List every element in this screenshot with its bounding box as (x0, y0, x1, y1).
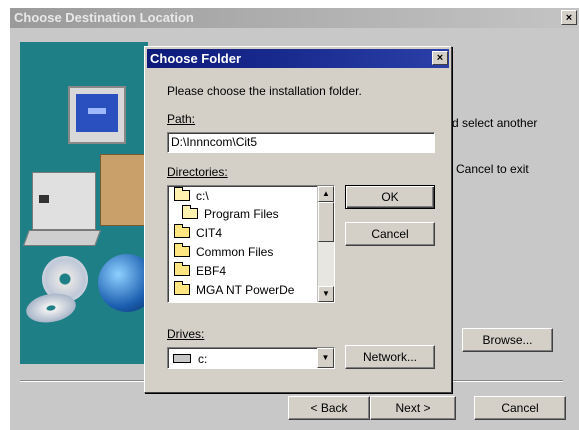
keyboard-icon (23, 230, 101, 246)
monitor-icon (68, 86, 126, 144)
path-input[interactable]: D:\Innncom\Cit5 (167, 132, 435, 153)
directories-list[interactable]: c:\ Program Files CIT4 Common Files EBF4… (167, 185, 335, 303)
back-button-label: < Back (310, 401, 348, 415)
choose-folder-titlebar[interactable]: Choose Folder (147, 49, 449, 68)
browse-button-label: Browse... (482, 333, 533, 347)
list-item[interactable]: MGA NT PowerDe (174, 281, 294, 299)
list-item[interactable]: EBF4 (174, 262, 226, 280)
destination-window-title: Choose Destination Location (14, 10, 194, 25)
dialog-cancel-button-label: Cancel (371, 227, 409, 241)
list-item[interactable]: Common Files (174, 243, 273, 261)
cancel-to-exit-text: Cancel to exit (456, 162, 529, 176)
cancel-button-label: Cancel (501, 401, 539, 415)
next-button-label: Next > (395, 401, 431, 415)
directory-name: EBF4 (196, 264, 227, 278)
directory-name: CIT4 (196, 226, 223, 240)
scroll-up-icon[interactable]: ▲ (318, 186, 334, 202)
network-button[interactable]: Network... (345, 345, 435, 369)
choose-folder-dialog: Choose Folder × Please choose the instal… (144, 46, 452, 393)
setup-illustration (20, 42, 148, 364)
software-box-icon (100, 154, 148, 226)
drives-label: Drives: (167, 327, 205, 341)
choose-folder-title: Choose Folder (150, 51, 242, 66)
list-item[interactable]: CIT4 (174, 224, 222, 242)
destination-window-titlebar[interactable]: Choose Destination Location (10, 8, 579, 28)
back-button[interactable]: < Back (288, 396, 370, 420)
computer-icon (32, 172, 96, 230)
open-folder-icon (174, 187, 190, 201)
drives-select[interactable]: c: ▼ (167, 347, 335, 369)
scroll-down-icon[interactable]: ▼ (318, 286, 334, 302)
network-button-label: Network... (362, 350, 417, 364)
directories-label: Directories: (167, 165, 228, 179)
directory-name: Program Files (204, 207, 279, 221)
drive-icon (173, 354, 191, 363)
directories-scrollbar[interactable]: ▲ ▼ (317, 186, 334, 302)
destination-close-button[interactable]: × (561, 10, 577, 25)
browse-button[interactable]: Browse... (462, 328, 553, 352)
next-button[interactable]: Next > (370, 396, 456, 420)
select-another-text: d select another (452, 116, 538, 130)
directory-name: Common Files (196, 245, 274, 259)
dialog-cancel-button[interactable]: Cancel (345, 222, 435, 246)
chevron-down-icon[interactable]: ▼ (317, 348, 334, 368)
directory-name: MGA NT PowerDe (196, 283, 295, 297)
folder-icon (174, 262, 190, 276)
list-item[interactable]: Program Files (182, 205, 279, 223)
instruction-text: Please choose the installation folder. (167, 84, 362, 98)
directory-name: c:\ (196, 189, 209, 203)
folder-icon (174, 224, 190, 238)
globe-icon (98, 254, 148, 312)
drive-value: c: (198, 352, 208, 366)
path-label: Path: (167, 112, 196, 126)
cancel-button[interactable]: Cancel (474, 396, 566, 420)
list-item[interactable]: c:\ (174, 187, 209, 205)
ok-button-label: OK (381, 190, 399, 204)
open-folder-icon (182, 205, 198, 219)
ok-button[interactable]: OK (345, 185, 435, 209)
choose-folder-close-button[interactable]: × (432, 51, 448, 65)
folder-icon (174, 281, 190, 295)
scroll-thumb[interactable] (318, 202, 334, 242)
folder-icon (174, 243, 190, 257)
